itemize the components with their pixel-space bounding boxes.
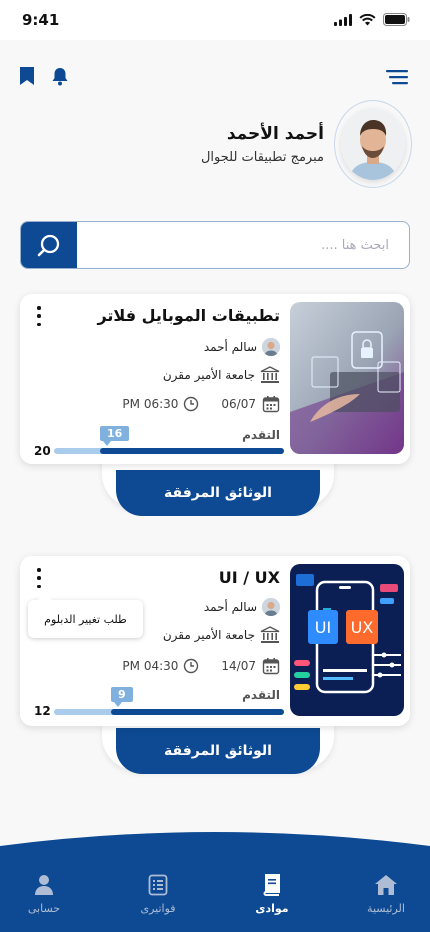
calendar-icon: [262, 658, 280, 675]
bookmark-icon[interactable]: [18, 66, 36, 86]
nav-invoices[interactable]: فواتيرى: [118, 874, 198, 915]
university-name: جامعة الأمير مقرن: [162, 628, 255, 642]
instructor-row: سالم أحمد: [204, 338, 280, 356]
status-bar: 9:41: [0, 0, 430, 40]
menu-icon[interactable]: [386, 67, 410, 87]
course-date: 14/07: [221, 659, 256, 673]
course-card[interactable]: تطبيقات الموبايل فلاتر سالم أحمد جامعة ا…: [20, 294, 410, 464]
search-button[interactable]: [21, 222, 77, 268]
nav-home[interactable]: الرئيسية: [346, 874, 426, 915]
clock-icon: [184, 396, 199, 412]
instructor-row: سالم أحمد: [204, 598, 280, 616]
progress-label: التقدم: [242, 688, 280, 702]
instructor-avatar: [262, 598, 280, 616]
status-icons: [334, 13, 410, 26]
ui-tag: UI: [308, 610, 338, 644]
course-image: [290, 302, 404, 454]
course-time: 06:30 PM: [122, 397, 179, 411]
university-icon: [260, 366, 280, 383]
progress-badge: 9: [111, 687, 133, 707]
profile-header: أحمد الأحمد مبرمج تطبيقات للجوال: [20, 100, 412, 190]
book-icon: [263, 874, 280, 896]
progress-fill: [111, 709, 284, 715]
clock-icon: [184, 658, 199, 674]
avatar[interactable]: [341, 108, 405, 180]
ux-tag: UX: [346, 610, 378, 644]
progress-label: التقدم: [242, 428, 280, 442]
course-card-uiux: الوثائق المرفقة UI UX UI / UX سالم أحمد …: [20, 556, 410, 788]
progress-track: 16: [54, 426, 284, 454]
attachments-button[interactable]: الوثائق المرفقة: [116, 470, 320, 516]
bell-icon[interactable]: [50, 66, 70, 86]
university-name: جامعة الأمير مقرن: [162, 368, 255, 382]
home-icon: [375, 875, 397, 895]
signal-icon: [334, 13, 352, 26]
search-bar: [20, 221, 410, 269]
nav-account[interactable]: حسابى: [4, 874, 84, 915]
wifi-icon: [359, 13, 376, 25]
course-image: UI UX: [290, 564, 404, 716]
progress-badge: 16: [100, 426, 130, 446]
options-tooltip[interactable]: طلب تغيير الدبلوم: [28, 593, 143, 638]
progress-fill: [100, 448, 284, 454]
search-input[interactable]: [81, 222, 407, 268]
course-date: 06/07: [221, 397, 256, 411]
attachments-button[interactable]: الوثائق المرفقة: [116, 728, 320, 774]
nav-materials-label: موادى: [255, 902, 289, 915]
course-title: تطبيقات الموبايل فلاتر: [97, 306, 280, 325]
profile-name: أحمد الأحمد: [226, 124, 324, 144]
university-row: جامعة الأمير مقرن: [163, 626, 280, 644]
schedule-row: 14/07 04:30 PM: [122, 657, 280, 675]
invoice-icon: [148, 874, 168, 896]
nav-materials[interactable]: موادى: [232, 874, 312, 915]
course-card-flutter: الوثائق المرفقة تطبيقات الموبايل فلاتر س…: [20, 294, 410, 526]
progress-total: 20: [34, 444, 51, 458]
course-time: 04:30 PM: [122, 659, 179, 673]
instructor-name: سالم أحمد: [203, 340, 257, 354]
change-diploma-request[interactable]: طلب تغيير الدبلوم: [44, 613, 127, 626]
user-icon: [35, 875, 53, 895]
course-card[interactable]: UI UX UI / UX سالم أحمد جامعة الأمير مقر…: [20, 556, 410, 726]
course-title: UI / UX: [218, 568, 280, 587]
instructor-avatar: [262, 338, 280, 356]
status-time: 9:41: [22, 11, 60, 29]
top-actions: [18, 66, 70, 86]
more-options-icon[interactable]: [35, 568, 43, 588]
nav-account-label: حسابى: [27, 902, 61, 915]
university-icon: [260, 626, 280, 643]
profile-role: مبرمج تطبيقات للجوال: [200, 150, 324, 165]
university-row: جامعة الأمير مقرن: [163, 366, 280, 384]
bottom-navigation: الرئيسية موادى فواتيرى حسابى: [0, 832, 430, 932]
battery-icon: [383, 13, 410, 26]
more-options-icon[interactable]: [35, 306, 43, 326]
search-icon: [37, 234, 60, 257]
instructor-name: سالم أحمد: [203, 600, 257, 614]
nav-home-label: الرئيسية: [367, 902, 405, 915]
nav-invoices-label: فواتيرى: [140, 902, 176, 915]
schedule-row: 06/07 06:30 PM: [122, 395, 280, 413]
progress-track: 9: [54, 687, 284, 715]
calendar-icon: [262, 396, 280, 413]
progress-total: 12: [34, 704, 51, 718]
